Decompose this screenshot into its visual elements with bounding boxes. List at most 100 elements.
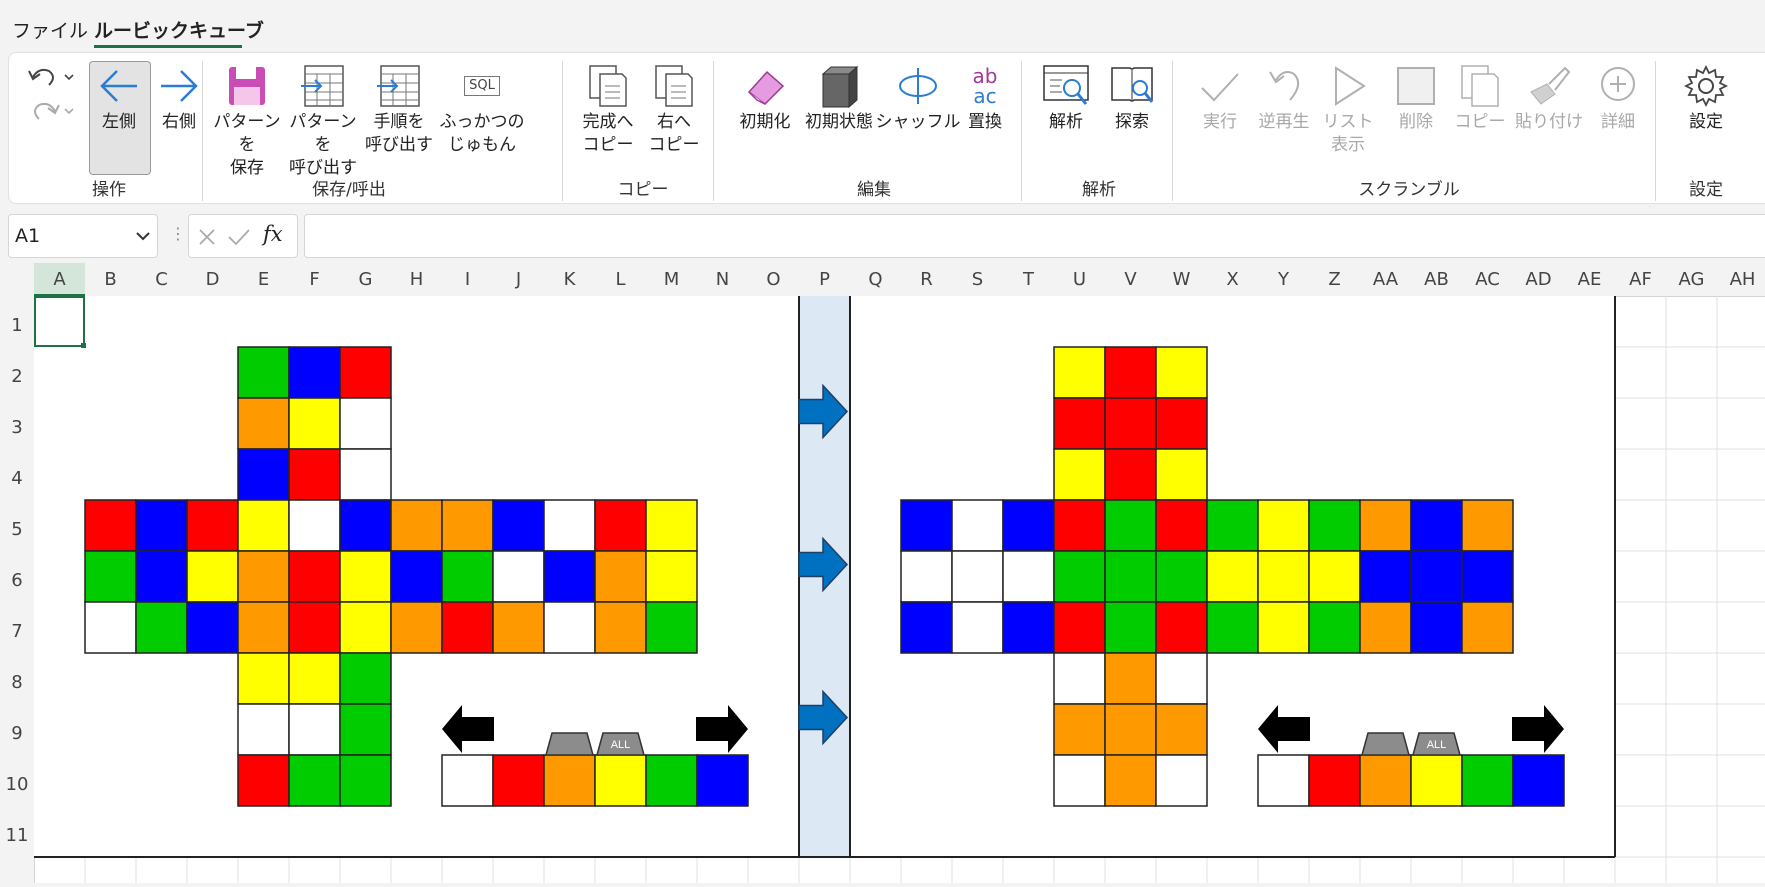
left-cube-top-sticker [339, 397, 392, 450]
left-palette-color-B [696, 754, 749, 807]
column-header-ab[interactable]: AB [1411, 263, 1462, 296]
play-icon [1335, 66, 1366, 106]
right-cube-middle-sticker [1053, 499, 1106, 552]
left-cube-middle-sticker [84, 499, 137, 552]
right-cube-middle-sticker [1308, 601, 1361, 654]
column-header-d[interactable]: D [187, 263, 238, 296]
column-header-c[interactable]: C [136, 263, 187, 296]
column-header-j[interactable]: J [493, 263, 544, 296]
tab-file[interactable]: ファイル [12, 16, 88, 43]
analyze-button[interactable]: 解析 [1033, 61, 1099, 134]
column-header-s[interactable]: S [952, 263, 1003, 296]
row-header-4[interactable]: 4 [0, 449, 34, 500]
tab-rubiks-cube[interactable]: ルービックキューブ [94, 16, 264, 43]
column-header-g[interactable]: G [340, 263, 391, 296]
replace-button[interactable]: ab ac 置換 [953, 61, 1017, 134]
column-header-p[interactable]: P [799, 263, 850, 296]
column-header-af[interactable]: AF [1615, 263, 1666, 296]
right-cube-middle-sticker [1155, 499, 1208, 552]
row-header-9[interactable]: 9 [0, 704, 34, 755]
name-box[interactable]: A1 [8, 214, 158, 258]
delete-button: 削除 [1385, 61, 1447, 134]
group-separator [202, 61, 203, 201]
left-cube-middle-sticker [645, 499, 698, 552]
column-header-y[interactable]: Y [1258, 263, 1309, 296]
left-cube-top-sticker [237, 397, 290, 450]
row-header-11[interactable]: 11 [0, 806, 34, 857]
row-header-3[interactable]: 3 [0, 398, 34, 449]
formula-bar: A1 ⋮ fx [0, 204, 1765, 266]
save-pattern-button[interactable]: パターンを 保存 [209, 61, 285, 180]
left-button[interactable]: 左側 [89, 61, 149, 134]
list-view-label-2: 表示 [1331, 135, 1365, 155]
column-header-ag[interactable]: AG [1666, 263, 1717, 296]
recall-steps-label-1: 手順を [373, 112, 425, 132]
left-palette-color-O [543, 754, 596, 807]
left-cube-bottom-sticker [237, 652, 290, 705]
column-header-ad[interactable]: AD [1513, 263, 1564, 296]
right-cube-middle-sticker [1053, 550, 1106, 603]
copy-scramble-label: コピー [1454, 112, 1506, 132]
recall-steps-button[interactable]: 手順を 呼び出す [361, 61, 437, 157]
left-palette-all-tab-label: ALL [611, 739, 631, 751]
restore-spell-button[interactable]: SQL ふっかつの じゅもん [437, 61, 527, 157]
left-palette-color-W [441, 754, 494, 807]
column-header-e[interactable]: E [238, 263, 289, 296]
column-header-aa[interactable]: AA [1360, 263, 1411, 296]
chevron-down-icon[interactable] [135, 229, 151, 243]
right-button[interactable]: 右側 [149, 61, 209, 134]
column-header-m[interactable]: M [646, 263, 697, 296]
right-cube-middle-sticker [1410, 499, 1463, 552]
row-header-10[interactable]: 10 [0, 755, 34, 806]
column-header-ah[interactable]: AH [1717, 263, 1765, 296]
column-header-u[interactable]: U [1054, 263, 1105, 296]
column-header-ac[interactable]: AC [1462, 263, 1513, 296]
column-header-f[interactable]: F [289, 263, 340, 296]
copy-right-button[interactable]: 右へ コピー [641, 61, 707, 157]
right-cube-bottom-sticker [1155, 652, 1208, 705]
shuffle-button[interactable]: シャッフル [873, 61, 963, 134]
settings-button[interactable]: 設定 [1671, 61, 1741, 134]
formula-input[interactable] [304, 214, 1765, 258]
column-header-z[interactable]: Z [1309, 263, 1360, 296]
insert-function-button[interactable]: fx [263, 222, 283, 246]
cancel-x-icon[interactable] [197, 227, 217, 247]
column-header-r[interactable]: R [901, 263, 952, 296]
column-header-v[interactable]: V [1105, 263, 1156, 296]
cell-grid[interactable]: ALL ALL [33, 295, 1765, 883]
column-header-l[interactable]: L [595, 263, 646, 296]
row-header-8[interactable]: 8 [0, 653, 34, 704]
recall-pattern-button[interactable]: パターンを 呼び出す [285, 61, 361, 180]
init-state-label: 初期状態 [805, 112, 873, 132]
column-header-a[interactable]: A [34, 263, 85, 296]
group-separator [713, 61, 714, 201]
undo-button[interactable] [25, 63, 75, 97]
column-header-h[interactable]: H [391, 263, 442, 296]
column-header-q[interactable]: Q [850, 263, 901, 296]
column-header-b[interactable]: B [85, 263, 136, 296]
right-cube-middle-sticker [1002, 601, 1055, 654]
column-header-x[interactable]: X [1207, 263, 1258, 296]
column-header-ae[interactable]: AE [1564, 263, 1615, 296]
init-button[interactable]: 初期化 [725, 61, 805, 134]
search-button[interactable]: 探索 [1099, 61, 1165, 134]
column-header-w[interactable]: W [1156, 263, 1207, 296]
confirm-check-icon[interactable] [227, 227, 251, 247]
row-header-5[interactable]: 5 [0, 500, 34, 551]
row-header-7[interactable]: 7 [0, 602, 34, 653]
right-cube-middle-sticker [1155, 550, 1208, 603]
right-cube-bottom-sticker [1155, 703, 1208, 756]
column-header-k[interactable]: K [544, 263, 595, 296]
init-state-button[interactable]: 初期状態 [797, 61, 881, 134]
row-header-6[interactable]: 6 [0, 551, 34, 602]
column-header-o[interactable]: O [748, 263, 799, 296]
row-header-1[interactable]: 1 [0, 296, 34, 347]
run-label: 実行 [1203, 112, 1237, 132]
column-header-t[interactable]: T [1003, 263, 1054, 296]
column-header-n[interactable]: N [697, 263, 748, 296]
copy-to-complete-button[interactable]: 完成へ コピー [575, 61, 641, 157]
row-header-2[interactable]: 2 [0, 347, 34, 398]
right-cube-bottom-sticker [1155, 754, 1208, 807]
left-cube-bottom-sticker [237, 703, 290, 756]
column-header-i[interactable]: I [442, 263, 493, 296]
